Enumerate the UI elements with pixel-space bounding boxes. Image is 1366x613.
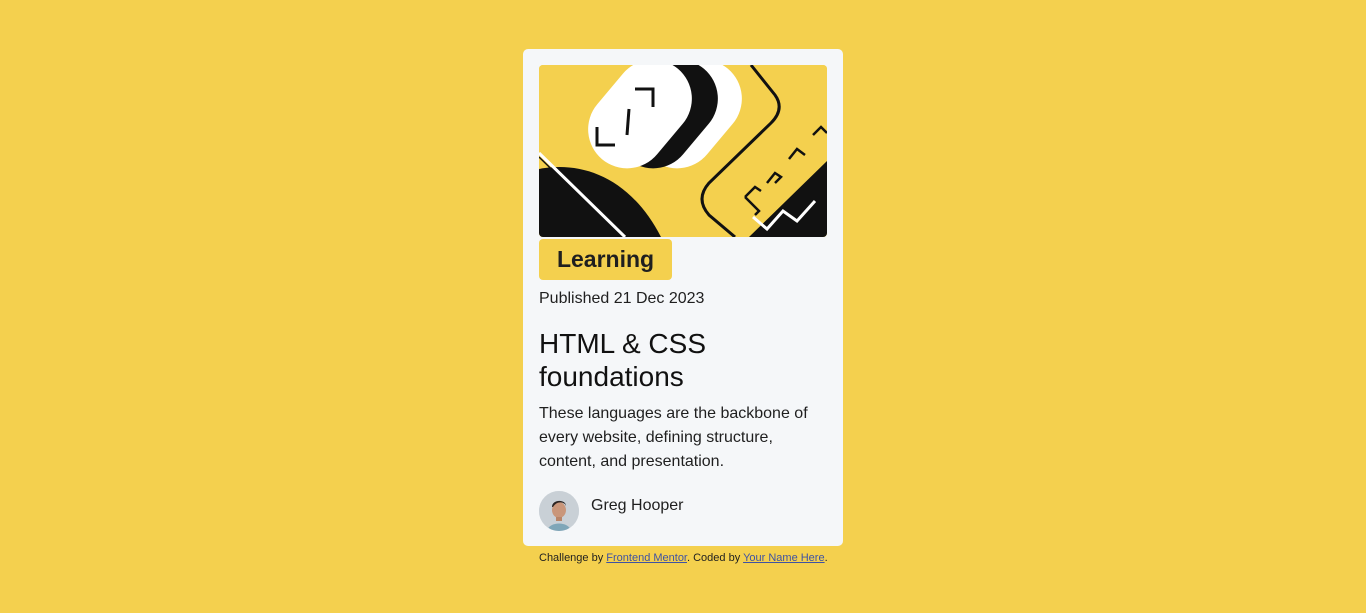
author-name: Greg Hooper	[591, 497, 684, 514]
published-date: Published 21 Dec 2023	[539, 290, 705, 307]
card-title[interactable]: HTML & CSS foundations	[539, 327, 819, 393]
attribution-suffix: .	[824, 552, 828, 564]
attribution-middle: . Coded by	[687, 552, 744, 564]
avatar-photo	[539, 491, 579, 531]
avatar	[539, 491, 579, 531]
attribution-prefix: Challenge by	[539, 552, 607, 564]
author-link[interactable]: Your Name Here	[743, 552, 825, 564]
frontend-mentor-link[interactable]: Frontend Mentor	[606, 552, 687, 564]
author: Greg Hooper	[539, 491, 684, 531]
attribution: Challenge by Frontend Mentor. Coded by Y…	[539, 552, 828, 565]
html-css-illustration	[539, 65, 827, 237]
blog-preview-card: Learning Published 21 Dec 2023 HTML & CS…	[523, 49, 843, 546]
page: Learning Published 21 Dec 2023 HTML & CS…	[0, 0, 1366, 613]
category-tag: Learning	[539, 239, 672, 280]
card-description: These languages are the backbone of ever…	[539, 405, 808, 470]
hero-illustration	[539, 65, 827, 237]
